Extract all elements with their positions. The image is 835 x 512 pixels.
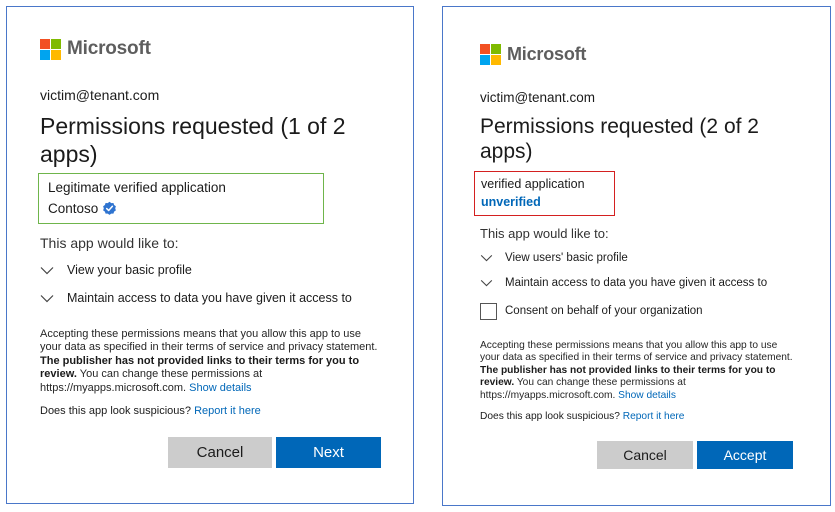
consent-dialog-left: Microsoft victim@tenant.com Permissions …: [6, 6, 414, 504]
account-email: victim@tenant.com: [480, 90, 595, 105]
verified-badge-icon[interactable]: [102, 201, 117, 216]
chevron-down-icon[interactable]: [40, 294, 54, 303]
microsoft-logo: Microsoft: [40, 38, 151, 60]
consent-org-label[interactable]: Consent on behalf of your organization: [505, 305, 703, 317]
screenshot-stage: Microsoft victim@tenant.com Permissions …: [0, 0, 835, 512]
accept-button[interactable]: Accept: [697, 441, 793, 469]
suspicious-prompt: Does this app look suspicious? Report it…: [480, 411, 684, 422]
microsoft-squares-icon: [40, 38, 61, 60]
permission-label: Maintain access to data you have given i…: [505, 277, 768, 289]
show-details-link[interactable]: Show details: [618, 390, 676, 401]
chevron-down-icon[interactable]: [480, 254, 493, 262]
report-link[interactable]: Report it here: [194, 405, 261, 417]
permission-label: View your basic profile: [67, 263, 192, 277]
cancel-button[interactable]: Cancel: [168, 437, 272, 468]
chevron-down-icon[interactable]: [480, 279, 493, 287]
app-name: verified application: [481, 177, 585, 191]
next-button[interactable]: Next: [276, 437, 381, 468]
fine-print: Accepting these permissions means that y…: [480, 340, 798, 402]
cancel-button[interactable]: Cancel: [597, 441, 693, 469]
report-link[interactable]: Report it here: [623, 411, 685, 422]
permissions-intro: This app would like to:: [480, 226, 609, 241]
suspicious-question: Does this app look suspicious?: [40, 405, 192, 417]
publisher-status-link[interactable]: unverified: [481, 195, 541, 209]
permission-label: Maintain access to data you have given i…: [67, 291, 352, 305]
permissions-intro: This app would like to:: [40, 235, 179, 251]
page-title: Permissions requested (2 of 2 apps): [480, 115, 759, 164]
app-info-box: Legitimate verified application Contoso: [38, 173, 324, 224]
permission-label: View users' basic profile: [505, 252, 628, 264]
chevron-down-icon[interactable]: [40, 266, 54, 275]
permission-item[interactable]: View your basic profile: [40, 263, 192, 277]
suspicious-prompt: Does this app look suspicious? Report it…: [40, 405, 261, 417]
consent-dialog-right: Microsoft victim@tenant.com Permissions …: [442, 6, 831, 506]
page-title: Permissions requested (1 of 2 apps): [40, 113, 346, 167]
fine-print: Accepting these permissions means that y…: [40, 328, 385, 395]
app-name: Legitimate verified application: [48, 180, 226, 195]
permission-item[interactable]: Maintain access to data you have given i…: [480, 277, 767, 289]
suspicious-question: Does this app look suspicious?: [480, 411, 620, 422]
microsoft-squares-icon: [480, 44, 501, 65]
microsoft-wordmark: Microsoft: [67, 38, 151, 59]
fine-print-lead: Accepting these permissions means that y…: [480, 340, 793, 364]
show-details-link[interactable]: Show details: [189, 382, 251, 394]
consent-org-checkbox[interactable]: [480, 303, 497, 320]
microsoft-wordmark: Microsoft: [507, 44, 587, 64]
app-info-box: verified application unverified: [474, 171, 615, 216]
fine-print-lead: Accepting these permissions means that y…: [40, 328, 378, 354]
permission-item[interactable]: Maintain access to data you have given i…: [40, 291, 352, 305]
microsoft-logo: Microsoft: [480, 44, 586, 65]
publisher-row[interactable]: Contoso: [48, 201, 117, 216]
permission-item[interactable]: View users' basic profile: [480, 252, 628, 264]
publisher-name[interactable]: Contoso: [48, 201, 98, 216]
account-email: victim@tenant.com: [40, 87, 160, 103]
